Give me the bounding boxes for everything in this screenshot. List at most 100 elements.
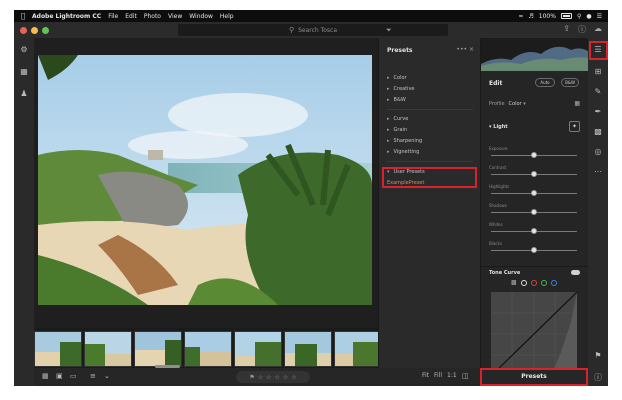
lightroom-window:  Adobe Lightroom CC File Edit Photo Vie… xyxy=(14,10,608,386)
people-icon[interactable]: ♟ xyxy=(18,88,30,100)
menu-photo[interactable]: Photo xyxy=(144,13,161,20)
volume-icon[interactable]: ♬ xyxy=(528,13,533,20)
star-icon[interactable]: ☆ xyxy=(291,374,296,381)
healing-brush-icon[interactable]: ✎ xyxy=(592,86,604,98)
gear-icon[interactable]: ⚙ xyxy=(18,44,30,56)
zoom-1-1[interactable]: 1:1 xyxy=(447,372,457,379)
star-icon[interactable]: ☆ xyxy=(266,374,271,381)
profile-browser-icon[interactable]: ▦ xyxy=(574,100,580,107)
apple-icon[interactable]:  xyxy=(14,12,32,20)
preset-group-grain[interactable]: ▸ Grain xyxy=(387,127,407,133)
preset-group-label: B&W xyxy=(393,97,406,103)
tone-curve-header[interactable]: Tone Curve xyxy=(489,270,520,276)
bottom-toolbar: ▦ ▣ ▭ ≡ ⌄ ⚑ ☆ ☆ ☆ ☆ ☆ Fit Fill 1:1 ◫ xyxy=(34,368,480,386)
star-icon[interactable]: ☆ xyxy=(275,374,280,381)
library-icon[interactable]: ▦ xyxy=(18,66,30,78)
search-field[interactable]: ⚲ Search Tosca ⏷ xyxy=(178,24,448,36)
preset-group-curve[interactable]: ▸ Curve xyxy=(387,116,408,122)
control-center-icon[interactable]: ☰ xyxy=(597,13,602,20)
slider-handle[interactable] xyxy=(531,171,537,177)
flag-icon[interactable]: ⚑ xyxy=(249,374,254,381)
presets-button[interactable]: Presets xyxy=(480,368,588,386)
wifi-icon[interactable]: ≈ xyxy=(518,13,523,20)
point-curve-icon[interactable]: ▩ xyxy=(511,279,517,286)
preset-item-example[interactable]: ExamplePreset xyxy=(387,180,424,186)
linear-gradient-icon[interactable]: ▩ xyxy=(592,126,604,138)
info-icon[interactable]: ⓘ xyxy=(592,372,604,384)
slider-handle[interactable] xyxy=(531,209,537,215)
minimize-window-button[interactable] xyxy=(31,26,38,34)
thumbnail[interactable] xyxy=(234,331,282,367)
thumbnail[interactable] xyxy=(84,331,132,367)
rgb-channel-button[interactable] xyxy=(520,279,527,286)
compare-icon[interactable]: ◫ xyxy=(462,372,469,380)
share-icon[interactable]: ⇪ xyxy=(563,24,570,35)
light-section-label: Light xyxy=(493,124,508,130)
red-channel-button[interactable] xyxy=(530,279,537,286)
preset-group-sharpening[interactable]: ▸ Sharpening xyxy=(387,138,422,144)
zoom-fill[interactable]: Fill xyxy=(434,372,442,379)
thumbnail[interactable] xyxy=(134,331,182,367)
auto-button[interactable]: Auto xyxy=(535,78,555,87)
thumbnail[interactable] xyxy=(184,331,232,367)
menu-edit[interactable]: Edit xyxy=(125,13,137,20)
help-icon[interactable]: ⓘ xyxy=(578,24,586,35)
bw-button[interactable]: B&W xyxy=(561,78,579,87)
star-icon[interactable]: ☆ xyxy=(283,374,288,381)
preset-group-color[interactable]: ▸ Color xyxy=(387,75,407,81)
blue-channel-button[interactable] xyxy=(550,279,557,286)
chevron-down-icon[interactable]: ⌄ xyxy=(104,372,110,380)
edit-sliders-icon[interactable]: ☰ xyxy=(592,44,604,56)
slider-handle[interactable] xyxy=(531,228,537,234)
edit-title: Edit xyxy=(489,80,503,87)
grid-icon[interactable]: ▣ xyxy=(56,372,63,380)
more-icon[interactable]: ⋯ xyxy=(592,166,604,178)
zoom-fit[interactable]: Fit xyxy=(422,372,429,379)
radial-gradient-icon[interactable]: ◎ xyxy=(592,146,604,158)
tone-curve-graph[interactable] xyxy=(490,291,578,377)
user-icon[interactable]: ● xyxy=(586,13,591,20)
filter-icon[interactable]: ⏷ xyxy=(386,26,392,35)
light-section-header[interactable]: ▾ Light xyxy=(489,124,508,130)
thumbnail[interactable] xyxy=(34,331,82,367)
main-photo[interactable] xyxy=(38,55,372,305)
profile-row[interactable]: Profile Color ▾ xyxy=(489,101,526,107)
tag-icon[interactable]: ⚑ xyxy=(592,350,604,362)
brush-icon[interactable]: ✒ xyxy=(592,106,604,118)
menu-view[interactable]: View xyxy=(168,13,182,20)
zoom-window-button[interactable] xyxy=(42,26,49,34)
preset-group-vignetting[interactable]: ▸ Vignetting xyxy=(387,149,419,155)
sort-icon[interactable]: ≡ xyxy=(90,372,96,380)
chevron-down-icon: ▾ xyxy=(523,101,526,107)
battery-icon[interactable] xyxy=(560,13,572,19)
menu-help[interactable]: Help xyxy=(220,13,234,20)
menu-app-name[interactable]: Adobe Lightroom CC xyxy=(32,13,101,20)
detail-view-icon[interactable]: ▭ xyxy=(70,372,77,380)
menu-file[interactable]: File xyxy=(108,13,118,20)
thumbnail[interactable] xyxy=(284,331,332,367)
close-icon[interactable]: × xyxy=(469,46,474,53)
square-grid-icon[interactable]: ▦ xyxy=(42,372,49,380)
slider-handle[interactable] xyxy=(531,247,537,253)
chevron-right-icon: ▸ xyxy=(387,86,390,92)
more-icon[interactable]: ••• xyxy=(456,46,467,53)
green-channel-button[interactable] xyxy=(540,279,547,286)
menu-window[interactable]: Window xyxy=(189,13,213,20)
spotlight-icon[interactable]: ⚲ xyxy=(577,13,581,20)
auto-light-icon[interactable]: ✦ xyxy=(569,121,580,132)
tone-curve-toggle[interactable] xyxy=(571,270,580,275)
chevron-right-icon: ▸ xyxy=(387,138,390,144)
preset-group-label: Creative xyxy=(393,86,415,92)
slider-handle[interactable] xyxy=(531,190,537,196)
crop-icon[interactable]: ⊞ xyxy=(592,66,604,78)
preset-group-user[interactable]: ▾ User Presets xyxy=(387,169,425,175)
preset-group-creative[interactable]: ▸ Creative xyxy=(387,86,414,92)
photo-canvas xyxy=(34,38,378,328)
preset-group-bw[interactable]: ▸ B&W xyxy=(387,97,406,103)
close-window-button[interactable] xyxy=(20,26,27,34)
slider-handle[interactable] xyxy=(531,152,537,158)
right-rail: ☰ ⊞ ✎ ✒ ▩ ◎ ⋯ ⚑ ⓘ xyxy=(588,38,608,386)
star-icon[interactable]: ☆ xyxy=(258,374,263,381)
cloud-icon[interactable]: ☁ xyxy=(594,24,602,35)
thumbnail[interactable] xyxy=(334,331,382,367)
